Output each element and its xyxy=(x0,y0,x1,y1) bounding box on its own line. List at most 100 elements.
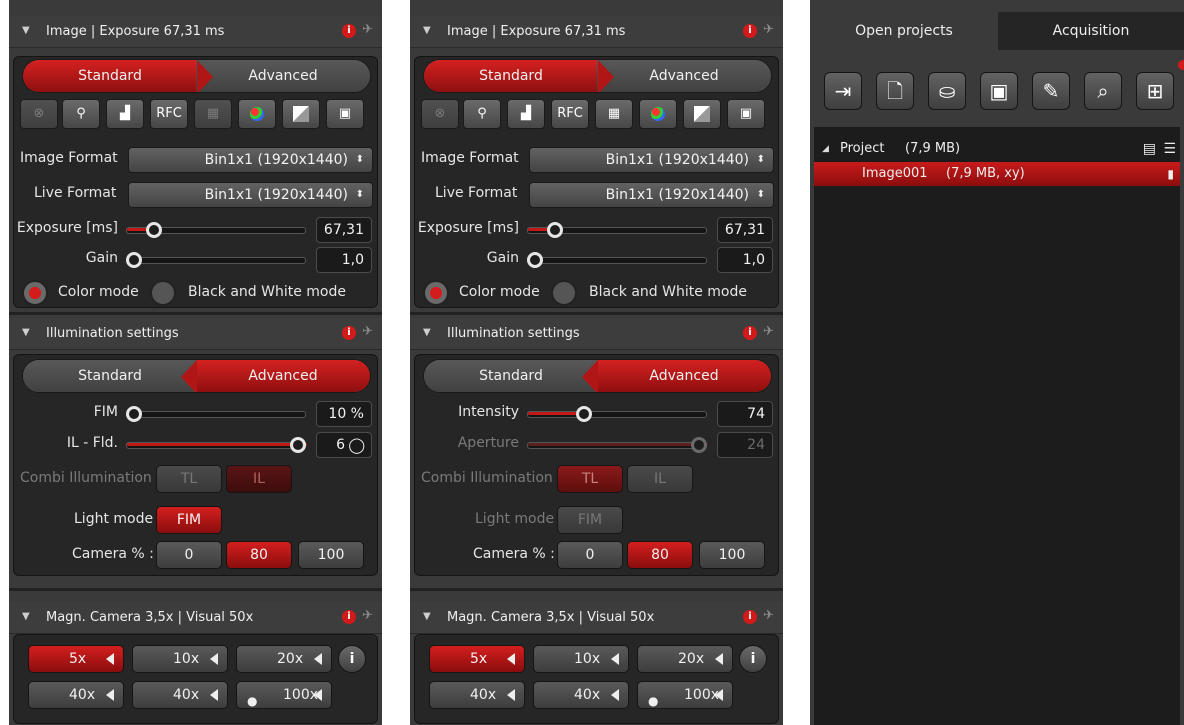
slider-knob[interactable] xyxy=(126,252,142,268)
mode-advanced-button[interactable]: Advanced xyxy=(597,360,771,392)
collapse-arrow-icon[interactable]: ▼ xyxy=(423,327,431,338)
add-image-icon[interactable]: ▣ xyxy=(727,99,765,129)
save-icon[interactable]: ▤ xyxy=(1143,137,1156,161)
magnification-section-header[interactable]: ▼ Magn. Camera 3,5x | Visual 50x i ✈ xyxy=(410,602,783,634)
light-mode-fim-button[interactable]: FIM xyxy=(156,506,222,534)
white-balance-icon[interactable] xyxy=(683,99,721,129)
info-button[interactable]: i xyxy=(338,645,366,673)
info-icon[interactable]: i xyxy=(743,610,757,624)
layout-grid-icon[interactable]: ⊞ xyxy=(1136,72,1174,110)
pin-icon[interactable]: ✈ xyxy=(763,22,774,37)
magnification-button[interactable]: 20x xyxy=(637,645,733,673)
close-project-icon[interactable]: ☰ xyxy=(1163,137,1176,161)
mode-advanced-button[interactable]: Advanced xyxy=(196,360,370,392)
slider-knob[interactable] xyxy=(145,222,162,238)
mode-standard-button[interactable]: Standard xyxy=(424,360,598,392)
value-field[interactable]: 74 xyxy=(717,401,773,427)
slider-track[interactable] xyxy=(126,257,306,264)
no-entry-icon[interactable]: ⊗ xyxy=(20,99,58,129)
find-document-icon[interactable]: ⌕ xyxy=(1084,72,1122,110)
bw-mode-radio[interactable] xyxy=(551,280,577,306)
export-icon[interactable]: ⇥ xyxy=(824,72,862,110)
tl-button[interactable]: TL xyxy=(156,465,222,493)
color-balls-icon[interactable] xyxy=(639,99,677,129)
magnification-button[interactable]: 10x xyxy=(132,645,228,673)
pin-icon[interactable]: ✈ xyxy=(763,324,774,339)
magnification-button[interactable]: 5x xyxy=(429,645,525,673)
edit-document-icon[interactable]: ✎ xyxy=(1032,72,1070,110)
magnification-button[interactable]: ● 100x xyxy=(236,681,332,709)
pin-icon[interactable]: ✈ xyxy=(763,608,774,623)
il-button[interactable]: IL xyxy=(627,465,693,493)
camera-option-button[interactable]: 80 xyxy=(226,541,292,569)
magnification-button[interactable]: ● 100x xyxy=(637,681,733,709)
live-format-select[interactable]: Bin1x1 (1920x1440) ⬍ xyxy=(529,182,774,208)
illumination-section-header[interactable]: ▼ Illumination settings i ✈ xyxy=(9,318,382,350)
value-field[interactable]: 6 ◯ xyxy=(316,432,372,458)
camera-option-button[interactable]: 0 xyxy=(156,541,222,569)
pin-icon[interactable]: ✈ xyxy=(362,22,373,37)
info-icon[interactable]: i xyxy=(342,610,356,624)
new-document-icon[interactable]: 🗋 xyxy=(876,72,914,110)
white-balance-icon[interactable] xyxy=(282,99,320,129)
mode-standard-button[interactable]: Standard xyxy=(23,360,197,392)
magnification-button[interactable]: 20x xyxy=(236,645,332,673)
collapse-arrow-icon[interactable]: ▼ xyxy=(22,611,30,622)
zoom-all-icon[interactable]: ⚲ xyxy=(463,99,501,129)
image-format-select[interactable]: Bin1x1 (1920x1440) ⬍ xyxy=(529,147,774,173)
slider-track[interactable] xyxy=(527,411,707,418)
camera-option-button[interactable]: 0 xyxy=(557,541,623,569)
pin-icon[interactable]: ✈ xyxy=(362,324,373,339)
mode-advanced-button[interactable]: Advanced xyxy=(196,60,370,92)
info-icon[interactable]: i xyxy=(743,326,757,340)
value-field[interactable]: 1,0 xyxy=(316,247,372,273)
tl-button[interactable]: TL xyxy=(557,465,623,493)
add-image-icon[interactable]: ▣ xyxy=(326,99,364,129)
value-field[interactable]: 67,31 xyxy=(316,217,372,243)
magnification-button[interactable]: 40x xyxy=(132,681,228,709)
value-field[interactable]: 67,31 xyxy=(717,217,773,243)
collapse-arrow-icon[interactable]: ▼ xyxy=(22,25,30,36)
camera-option-button[interactable]: 100 xyxy=(298,541,364,569)
tab-acquisition[interactable]: Acquisition xyxy=(998,12,1184,50)
value-field[interactable]: 1,0 xyxy=(717,247,773,273)
mode-standard-button[interactable]: Standard xyxy=(424,60,598,92)
magnification-button[interactable]: 40x xyxy=(533,681,629,709)
color-mode-radio[interactable] xyxy=(22,280,48,306)
illumination-section-header[interactable]: ▼ Illumination settings i ✈ xyxy=(410,318,783,350)
slider-knob[interactable] xyxy=(691,437,707,453)
slider-knob[interactable] xyxy=(126,406,142,422)
slider-track[interactable] xyxy=(126,411,306,418)
tab-open-projects[interactable]: Open projects xyxy=(810,12,998,50)
magnification-button[interactable]: 5x xyxy=(28,645,124,673)
slider-track[interactable] xyxy=(527,257,707,264)
mode-standard-button[interactable]: Standard xyxy=(23,60,197,92)
image-section-header[interactable]: ▼ Image | Exposure 67,31 ms i ✈ xyxy=(410,16,783,48)
mode-advanced-button[interactable]: Advanced xyxy=(597,60,771,92)
info-button[interactable]: i xyxy=(739,645,767,673)
magnification-button[interactable]: 40x xyxy=(429,681,525,709)
image-format-select[interactable]: Bin1x1 (1920x1440) ⬍ xyxy=(128,147,373,173)
grid-icon[interactable]: ▦ xyxy=(595,99,633,129)
histogram-icon[interactable]: ▟ xyxy=(507,99,545,129)
image-section-header[interactable]: ▼ Image | Exposure 67,31 ms i ✈ xyxy=(9,16,382,48)
rfc-button[interactable]: RFC xyxy=(150,99,188,129)
value-field[interactable]: 10 % xyxy=(316,401,372,427)
value-field[interactable]: 24 xyxy=(717,432,773,458)
light-mode-fim-button[interactable]: FIM xyxy=(557,506,623,534)
collapse-triangle-icon[interactable]: ◢ xyxy=(822,137,829,161)
rfc-button[interactable]: RFC xyxy=(551,99,589,129)
bw-mode-radio[interactable] xyxy=(150,280,176,306)
save-icon[interactable]: ▣ xyxy=(980,72,1018,110)
camera-option-button[interactable]: 80 xyxy=(627,541,693,569)
magnification-section-header[interactable]: ▼ Magn. Camera 3,5x | Visual 50x i ✈ xyxy=(9,602,382,634)
collapse-arrow-icon[interactable]: ▼ xyxy=(423,611,431,622)
slider-knob[interactable] xyxy=(290,437,306,453)
magnification-button[interactable]: 40x xyxy=(28,681,124,709)
camera-option-button[interactable]: 100 xyxy=(699,541,765,569)
open-folder-icon[interactable]: ⛀ xyxy=(928,72,966,110)
info-icon[interactable]: i xyxy=(342,326,356,340)
no-entry-icon[interactable]: ⊗ xyxy=(421,99,459,129)
color-balls-icon[interactable] xyxy=(238,99,276,129)
collapse-arrow-icon[interactable]: ▼ xyxy=(423,25,431,36)
